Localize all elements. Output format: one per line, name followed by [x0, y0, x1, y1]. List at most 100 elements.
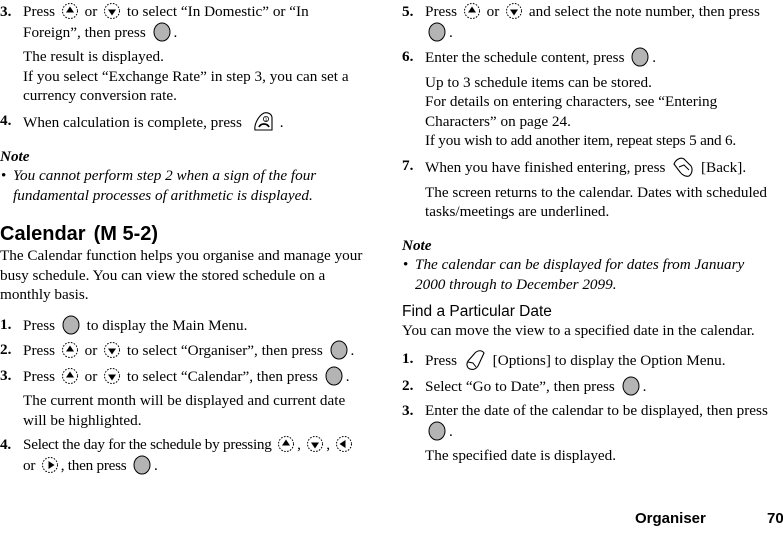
calc-step-3: 3. Press or to select “In Domestic” or “…	[0, 2, 366, 106]
step-text: Press	[23, 3, 56, 20]
step-text: Select the day for the schedule by press…	[23, 436, 272, 453]
footer-section-title: Organiser	[635, 510, 706, 527]
find-step-1: 1. Press [Options] to display the Option…	[402, 349, 772, 371]
step-text: and select the note number, then press	[528, 3, 760, 20]
step-result: The specified date is displayed.	[425, 447, 617, 464]
subsection-title: Find a Particular Date	[402, 303, 552, 320]
section-intro: The Calendar function helps you organise…	[0, 247, 363, 303]
step-text: [Options] to display the Option Menu.	[492, 351, 726, 369]
up-key-icon	[277, 435, 295, 453]
step-number: 2.	[402, 376, 414, 394]
step-number: 1.	[402, 349, 414, 367]
left-column: 3. Press or to select “In Domestic” or “…	[0, 2, 366, 475]
step-text: Enter the schedule content, press	[425, 49, 625, 66]
period: .	[154, 456, 158, 474]
step-text: Select “Go to Date”, then press	[425, 377, 615, 395]
calc-step-4: 4. When calculation is complete, press .	[0, 111, 366, 133]
down-key-icon	[306, 435, 324, 453]
center-key-icon	[330, 340, 348, 360]
step-text: to display the Main Menu.	[86, 316, 248, 334]
step-number: 5.	[402, 3, 414, 20]
comma: ,	[326, 436, 330, 453]
period: .	[449, 422, 453, 440]
step-text: to select “Calendar”, then press	[126, 367, 318, 385]
period: .	[642, 377, 647, 395]
page-number: 70	[767, 510, 783, 527]
step-number: 4.	[0, 111, 12, 129]
find-step-2: 2. Select “Go to Date”, then press .	[402, 376, 772, 397]
center-key-icon	[622, 376, 640, 396]
center-key-icon	[153, 22, 171, 42]
center-key-icon	[631, 47, 649, 67]
calendar-step-1: 1. Press to display the Main Menu.	[0, 315, 366, 336]
step-info: Up to 3 schedule items can be stored.	[425, 73, 652, 91]
step-text: Enter the date of the calendar to be dis…	[425, 402, 768, 419]
step-number: 3.	[402, 402, 414, 419]
center-key-icon	[428, 421, 446, 441]
up-key-icon	[61, 367, 79, 385]
step-number: 3.	[0, 3, 12, 20]
step-number: 1.	[0, 315, 12, 333]
find-step-3: 3. Enter the date of the calendar to be …	[402, 401, 772, 466]
end-key-icon	[252, 111, 274, 133]
step-number: 2.	[0, 341, 12, 358]
step-text: Press	[425, 3, 458, 20]
note-item: • You cannot perform step 2 when a sign …	[0, 166, 366, 205]
down-key-icon	[103, 2, 121, 20]
step-text: or	[23, 456, 36, 474]
step-text: , then press	[60, 456, 127, 474]
step-text: or	[84, 3, 98, 20]
step-number: 7.	[402, 156, 414, 174]
calendar-step-3: 3. Press or to select “Calendar”, then p…	[0, 366, 366, 431]
period: .	[279, 113, 284, 131]
left-key-icon	[335, 435, 353, 453]
calendar-step-5: 5. Press or and select the note number, …	[402, 2, 772, 42]
step-result: The screen returns to the calendar. Date…	[425, 183, 768, 221]
step-hint: If you wish to add another item, repeat …	[425, 132, 737, 149]
up-key-icon	[463, 2, 481, 20]
period: .	[652, 49, 657, 66]
right-key-icon	[41, 456, 59, 474]
up-key-icon	[61, 341, 79, 359]
step-text: [Back].	[701, 158, 747, 176]
center-key-icon	[133, 455, 151, 475]
subsection-intro: You can move the view to a specified dat…	[402, 322, 755, 339]
center-key-icon	[62, 315, 80, 335]
step-number: 3.	[0, 366, 12, 384]
center-key-icon	[428, 22, 446, 42]
step-text: Press	[23, 367, 56, 385]
step-text: or	[84, 367, 98, 385]
step-text: When you have finished entering, press	[425, 158, 666, 176]
calendar-step-6: 6. Enter the schedule content, press . U…	[402, 47, 772, 151]
bullet: •	[403, 256, 409, 273]
section-title: Calendar	[0, 223, 86, 245]
step-number: 4.	[0, 436, 11, 453]
page-footer: Organiser 70	[600, 509, 783, 529]
note-item: • The calendar can be displayed for date…	[402, 255, 772, 294]
step-number: 6.	[402, 48, 414, 65]
calendar-step-7: 7. When you have finished entering, pres…	[402, 156, 772, 222]
step-text: When calculation is complete, press	[23, 113, 242, 131]
note-title: Note	[0, 147, 30, 165]
step-text: or	[486, 3, 500, 20]
menu-number: (M 5-2)	[93, 223, 159, 245]
step-text: Press	[23, 342, 56, 359]
note-title: Note	[402, 236, 432, 254]
calendar-step-4: 4. Select the day for the schedule by pr…	[0, 435, 366, 475]
step-text: to select “Organiser”, then press	[126, 342, 323, 359]
note-text: You cannot perform step 2 when a sign of…	[13, 167, 317, 204]
comma: ,	[297, 436, 301, 453]
down-key-icon	[505, 2, 523, 20]
up-key-icon	[61, 2, 79, 20]
right-soft-key-icon	[672, 156, 694, 178]
step-text: or	[84, 342, 98, 359]
right-column: 5. Press or and select the note number, …	[402, 2, 772, 466]
down-key-icon	[103, 341, 121, 359]
period: .	[449, 23, 453, 41]
step-result: The current month will be displayed and …	[23, 392, 346, 429]
step-hint: If you select “Exchange Rate” in step 3,…	[23, 67, 349, 105]
